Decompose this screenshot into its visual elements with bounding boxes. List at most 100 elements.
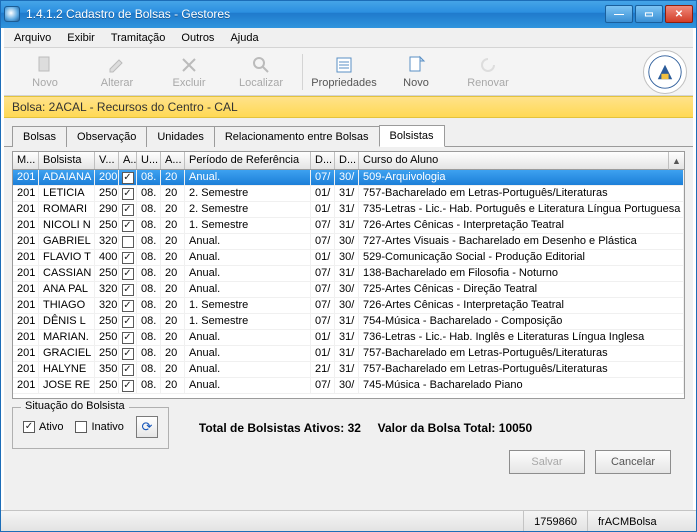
checkbox-icon[interactable]: ✓ bbox=[122, 380, 134, 392]
table-cell: 201 bbox=[13, 170, 39, 185]
table-cell: 01/ bbox=[311, 186, 335, 201]
column-header[interactable]: Bolsista bbox=[39, 152, 95, 169]
table-cell: GABRIEL bbox=[39, 234, 95, 249]
menu-item[interactable]: Exibir bbox=[61, 30, 101, 46]
maximize-button[interactable]: ▭ bbox=[635, 5, 663, 23]
novo-button: Novo bbox=[10, 51, 80, 93]
status-cell: 1759860 bbox=[523, 511, 587, 532]
toolbar-label: Propriedades bbox=[311, 77, 376, 89]
tab[interactable]: Bolsistas bbox=[379, 125, 445, 147]
table-cell: Anual. bbox=[185, 234, 311, 249]
menu-item[interactable]: Ajuda bbox=[224, 30, 264, 46]
table-row[interactable]: 201THIAGO320✓08.201. Semestre07/30/726-A… bbox=[13, 298, 684, 314]
table-cell: 736-Letras - Lic.- Hab. Inglês e Literat… bbox=[359, 330, 684, 345]
table-row[interactable]: 201DÊNIS L250✓08.201. Semestre07/31/754-… bbox=[13, 314, 684, 330]
table-row[interactable]: 201NICOLI N250✓08.201. Semestre07/31/726… bbox=[13, 218, 684, 234]
cancelar-button[interactable]: Cancelar bbox=[595, 450, 671, 474]
table-cell: Anual. bbox=[185, 282, 311, 297]
tab[interactable]: Unidades bbox=[146, 126, 214, 147]
checkbox-icon[interactable]: ✓ bbox=[122, 268, 134, 280]
table-cell: 08. bbox=[137, 170, 161, 185]
table-cell: 20 bbox=[161, 170, 185, 185]
table-cell: 201 bbox=[13, 314, 39, 329]
checkbox-icon[interactable]: ✓ bbox=[122, 316, 134, 328]
column-header[interactable]: D... bbox=[335, 152, 359, 169]
table-row[interactable]: 201GABRIEL32008.20Anual.07/30/727-Artes … bbox=[13, 234, 684, 250]
table-cell: CASSIAN bbox=[39, 266, 95, 281]
propriedades-button[interactable]: Propriedades bbox=[309, 51, 379, 93]
table-cell: 30/ bbox=[335, 282, 359, 297]
table-cell: 250 bbox=[95, 378, 119, 393]
column-header[interactable]: A... bbox=[119, 152, 137, 169]
table-cell: 400 bbox=[95, 250, 119, 265]
checkbox-icon: ✓ bbox=[23, 421, 35, 433]
tab[interactable]: Relacionamento entre Bolsas bbox=[214, 126, 380, 147]
table-row[interactable]: 201HALYNE350✓08.20Anual.21/31/757-Bachar… bbox=[13, 362, 684, 378]
column-header[interactable]: V... bbox=[95, 152, 119, 169]
table-cell: 201 bbox=[13, 346, 39, 361]
table-cell: 30/ bbox=[335, 234, 359, 249]
menu-item[interactable]: Arquivo bbox=[8, 30, 57, 46]
toolbar-label: Excluir bbox=[172, 77, 205, 89]
table-row[interactable]: 201ADAIANA200✓08.20Anual.07/30/509-Arqui… bbox=[13, 170, 684, 186]
table-row[interactable]: 201ANA PAL320✓08.20Anual.07/30/725-Artes… bbox=[13, 282, 684, 298]
table-row[interactable]: 201CASSIAN250✓08.20Anual.07/31/138-Bacha… bbox=[13, 266, 684, 282]
inativo-checkbox[interactable]: Inativo bbox=[75, 421, 123, 433]
table-row[interactable]: 201FLAVIO T400✓08.20Anual.01/30/529-Comu… bbox=[13, 250, 684, 266]
scroll-up-icon[interactable]: ▲ bbox=[668, 152, 684, 170]
checkbox-icon[interactable]: ✓ bbox=[122, 364, 134, 376]
table-cell: 350 bbox=[95, 362, 119, 377]
table-row[interactable]: 201JOSE RE250✓08.20Anual.07/30/745-Músic… bbox=[13, 378, 684, 394]
checkbox-icon[interactable]: ✓ bbox=[122, 172, 134, 184]
table-cell: ✓ bbox=[119, 330, 137, 345]
checkbox-icon[interactable]: ✓ bbox=[122, 300, 134, 312]
close-button[interactable]: ✕ bbox=[665, 5, 693, 23]
table-cell: ✓ bbox=[119, 298, 137, 313]
checkbox-icon[interactable]: ✓ bbox=[122, 220, 134, 232]
checkbox-icon[interactable]: ✓ bbox=[122, 332, 134, 344]
table-row[interactable]: 201MARIAN.250✓08.20Anual.01/31/736-Letra… bbox=[13, 330, 684, 346]
tab[interactable]: Bolsas bbox=[12, 126, 67, 147]
alterar-button: Alterar bbox=[82, 51, 152, 93]
column-header[interactable]: D... bbox=[311, 152, 335, 169]
menu-item[interactable]: Outros bbox=[175, 30, 220, 46]
column-header[interactable]: M... bbox=[13, 152, 39, 169]
file-new-icon bbox=[406, 55, 426, 75]
menu-item[interactable]: Tramitação bbox=[105, 30, 172, 46]
minimize-button[interactable]: — bbox=[605, 5, 633, 23]
table-cell: DÊNIS L bbox=[39, 314, 95, 329]
checkbox-icon[interactable]: ✓ bbox=[122, 348, 134, 360]
checkbox-icon[interactable]: ✓ bbox=[122, 284, 134, 296]
table-row[interactable]: 201ROMARI290✓08.202. Semestre01/31/735-L… bbox=[13, 202, 684, 218]
file-new-icon bbox=[35, 55, 55, 75]
table-cell: Anual. bbox=[185, 362, 311, 377]
checkbox-icon[interactable] bbox=[122, 236, 134, 248]
salvar-button[interactable]: Salvar bbox=[509, 450, 585, 474]
table-cell: 745-Música - Bacharelado Piano bbox=[359, 378, 684, 393]
checkbox-icon[interactable]: ✓ bbox=[122, 188, 134, 200]
table-body[interactable]: 201ADAIANA200✓08.20Anual.07/30/509-Arqui… bbox=[13, 170, 684, 398]
refresh-button[interactable]: ⟳ bbox=[136, 416, 158, 438]
table-cell: 20 bbox=[161, 282, 185, 297]
table-cell: 31/ bbox=[335, 362, 359, 377]
table-cell: Anual. bbox=[185, 250, 311, 265]
column-header[interactable]: Curso do Aluno bbox=[359, 152, 684, 169]
table-cell: 201 bbox=[13, 186, 39, 201]
checkbox-icon[interactable]: ✓ bbox=[122, 252, 134, 264]
column-header[interactable]: A... bbox=[161, 152, 185, 169]
table-row[interactable]: 201LETICIA250✓08.202. Semestre01/31/757-… bbox=[13, 186, 684, 202]
table-cell: MARIAN. bbox=[39, 330, 95, 345]
novo2-button[interactable]: Novo bbox=[381, 51, 451, 93]
checkbox-icon[interactable]: ✓ bbox=[122, 204, 134, 216]
bolsa-header: Bolsa: 2ACAL - Recursos do Centro - CAL bbox=[4, 96, 693, 118]
column-header[interactable]: Período de Referência bbox=[185, 152, 311, 169]
tab[interactable]: Observação bbox=[66, 126, 147, 147]
table-cell: 2. Semestre bbox=[185, 202, 311, 217]
column-header[interactable]: U... bbox=[137, 152, 161, 169]
ativo-checkbox[interactable]: ✓ Ativo bbox=[23, 421, 63, 433]
table-cell: 21/ bbox=[311, 362, 335, 377]
table-cell: 20 bbox=[161, 298, 185, 313]
table-cell: FLAVIO T bbox=[39, 250, 95, 265]
table-row[interactable]: 201GRACIEL250✓08.20Anual.01/31/757-Bacha… bbox=[13, 346, 684, 362]
table-cell: 31/ bbox=[335, 218, 359, 233]
